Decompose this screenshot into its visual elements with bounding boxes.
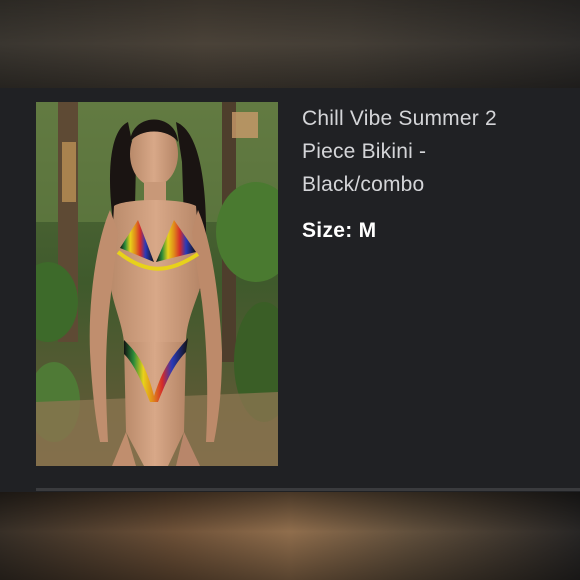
size-value: M [358, 219, 377, 242]
product-photo[interactable] [36, 102, 278, 466]
size-row: Size: M [302, 216, 376, 246]
product-title[interactable]: Chill Vibe Summer 2 Piece Bikini - Black… [302, 102, 552, 201]
blurred-backdrop-bottom [0, 492, 580, 580]
blurred-backdrop-top [0, 0, 580, 88]
product-photo-illustration [36, 102, 278, 466]
card-divider [36, 488, 580, 491]
size-label: Size: [302, 219, 353, 242]
